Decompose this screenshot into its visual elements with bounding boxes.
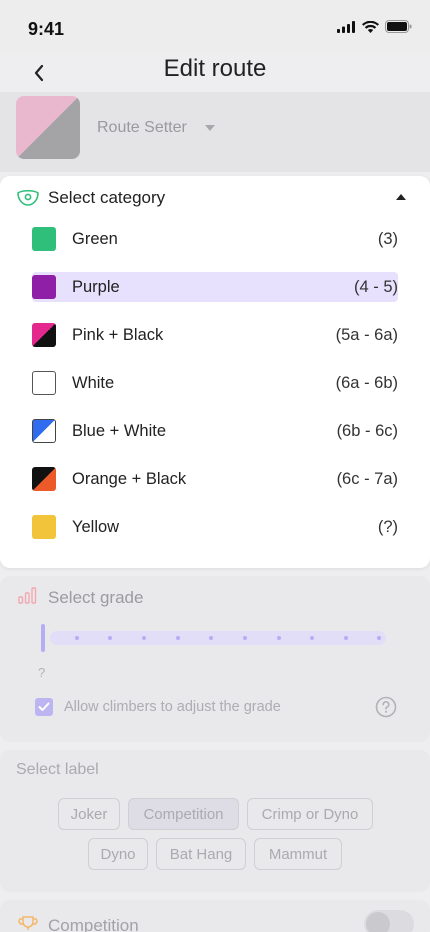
category-option-name: Pink + Black: [72, 325, 164, 344]
category-option-grade: (6b - 6c): [336, 421, 398, 440]
caret-down-icon: [204, 125, 215, 131]
category-option-green[interactable]: Green (3): [32, 224, 398, 254]
category-option-grade: (6c - 7a): [336, 469, 398, 488]
grade-slider[interactable]: [50, 631, 386, 645]
category-option-white[interactable]: White (6a - 6b): [32, 368, 398, 398]
status-icons: [337, 20, 412, 33]
grade-value: ?: [38, 665, 46, 680]
competition-label: Competition: [48, 916, 139, 932]
slider-step: [344, 636, 348, 640]
route-setter-select[interactable]: Route Setter: [97, 119, 215, 137]
color-swatch-orange-black: [32, 467, 56, 491]
slider-step: [108, 636, 112, 640]
label-chip-dyno[interactable]: Dyno: [88, 838, 148, 870]
category-option-blue-white[interactable]: Blue + White (6b - 6c): [32, 416, 398, 446]
toggle-knob: [366, 912, 390, 932]
category-option-name: Green: [72, 229, 118, 248]
label-chip-joker[interactable]: Joker: [58, 798, 120, 830]
route-thumbnail[interactable]: [16, 96, 80, 159]
help-icon[interactable]: [375, 696, 397, 718]
slider-step: [243, 636, 247, 640]
status-bar: 9:41: [0, 0, 430, 54]
color-swatch-green: [32, 227, 56, 251]
label-chip-crimp-or-dyno[interactable]: Crimp or Dyno: [247, 798, 373, 830]
category-option-orange-black[interactable]: Orange + Black (6c - 7a): [32, 464, 398, 494]
color-swatch-blue-white: [32, 419, 56, 443]
category-option-grade: (6a - 6b): [335, 373, 398, 392]
slider-step: [377, 636, 381, 640]
label-chip-competition[interactable]: Competition: [128, 798, 239, 830]
adjust-grade-row: Allow climbers to adjust the grade: [35, 696, 397, 718]
wifi-icon: [362, 20, 379, 33]
slider-step: [142, 636, 146, 640]
color-swatch-yellow: [32, 515, 56, 539]
adjust-grade-checkbox[interactable]: [35, 698, 53, 716]
checkmark-icon: [38, 702, 50, 711]
competition-toggle[interactable]: [364, 910, 414, 932]
climbing-hold-icon: [17, 189, 39, 206]
label-title: Select label: [16, 761, 99, 778]
route-setter-placeholder: Route Setter: [97, 119, 187, 136]
caret-up-icon: [396, 194, 406, 200]
category-option-grade: (4 - 5): [353, 277, 398, 296]
category-option-name: Yellow: [72, 517, 120, 536]
color-swatch-purple: [32, 275, 56, 299]
category-dropdown-header[interactable]: Select category: [16, 185, 414, 211]
slider-step: [209, 636, 213, 640]
grade-slider-handle[interactable]: [41, 624, 45, 652]
category-option-pink-black[interactable]: Pink + Black (5a - 6a): [32, 320, 398, 350]
label-chip-bat-hang[interactable]: Bat Hang: [156, 838, 246, 870]
slider-step: [176, 636, 180, 640]
category-option-purple[interactable]: Purple (4 - 5): [32, 272, 398, 302]
competition-row: Competition: [0, 900, 430, 932]
category-option-name: Blue + White: [72, 421, 167, 440]
category-dropdown: Select category Green (3) Purple (4 - 5)…: [0, 176, 430, 568]
slider-step: [75, 636, 79, 640]
battery-icon: [385, 20, 412, 33]
signal-icon: [337, 20, 355, 33]
slider-step: [310, 636, 314, 640]
category-option-grade: (3): [377, 229, 398, 248]
category-option-grade: (?): [377, 517, 398, 536]
label-card: Select label Joker Competition Crimp or …: [0, 750, 430, 892]
page-title: Edit route: [163, 55, 267, 82]
category-option-grade: (5a - 6a): [335, 325, 398, 344]
nav-bar: Edit route: [0, 48, 430, 92]
label-chip-mammut[interactable]: Mammut: [254, 838, 342, 870]
category-option-name: Purple: [72, 277, 120, 296]
slider-step: [277, 636, 281, 640]
category-option-name: White: [72, 373, 115, 392]
category-option-name: Orange + Black: [72, 469, 187, 488]
grade-card: Select grade ? Allow climbers to adjust …: [0, 576, 430, 742]
color-swatch-pink-black: [32, 323, 56, 347]
route-setter-row: Route Setter: [0, 92, 430, 172]
status-time: 9:41: [28, 19, 65, 39]
trophy-icon: [18, 916, 38, 930]
adjust-grade-label: Allow climbers to adjust the grade: [64, 699, 281, 715]
color-swatch-white: [32, 371, 56, 395]
category-option-yellow[interactable]: Yellow (?): [32, 512, 398, 542]
grade-title: Select grade: [48, 588, 144, 607]
bar-chart-icon: [18, 587, 37, 604]
category-header-label: Select category: [48, 188, 166, 207]
